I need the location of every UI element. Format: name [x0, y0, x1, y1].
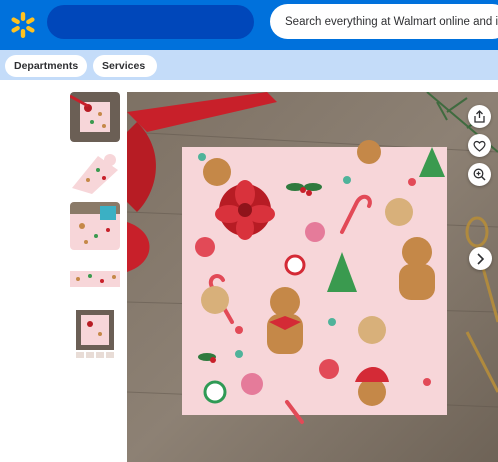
thumbnail-image: [70, 266, 120, 292]
departments-button[interactable]: Departments: [5, 55, 87, 77]
product-thumbnail[interactable]: [70, 266, 120, 292]
product-thumbnail[interactable]: [70, 92, 120, 142]
share-button[interactable]: [468, 105, 491, 128]
zoom-in-icon: [473, 168, 486, 181]
product-main-image[interactable]: [127, 92, 498, 462]
location-pill[interactable]: [47, 5, 254, 39]
product-thumbnail[interactable]: [70, 202, 120, 250]
zoom-button[interactable]: [468, 163, 491, 186]
departments-label: Departments: [14, 60, 79, 72]
thumbnail-image: [70, 148, 120, 196]
chevron-right-icon: [477, 252, 485, 265]
search-placeholder: Search everything at Walmart online and …: [285, 15, 498, 28]
sub-navigation: Departments Services: [0, 50, 498, 80]
thumbnail-image: [70, 92, 120, 142]
share-icon: [474, 110, 485, 123]
product-thumbnail[interactable]: [70, 308, 120, 360]
walmart-spark-icon[interactable]: [8, 10, 38, 40]
services-label: Services: [102, 60, 146, 72]
product-thumbnail[interactable]: [70, 148, 120, 196]
gift-wrap-photo: [127, 92, 498, 462]
thumbnail-image: [70, 202, 120, 250]
next-image-button[interactable]: [469, 247, 492, 270]
favorite-button[interactable]: [468, 134, 491, 157]
site-header: Search everything at Walmart online and …: [0, 0, 498, 50]
thumbnail-image: [70, 308, 120, 360]
heart-icon: [473, 140, 486, 152]
services-button[interactable]: Services: [93, 55, 157, 77]
search-input[interactable]: Search everything at Walmart online and …: [270, 4, 498, 39]
